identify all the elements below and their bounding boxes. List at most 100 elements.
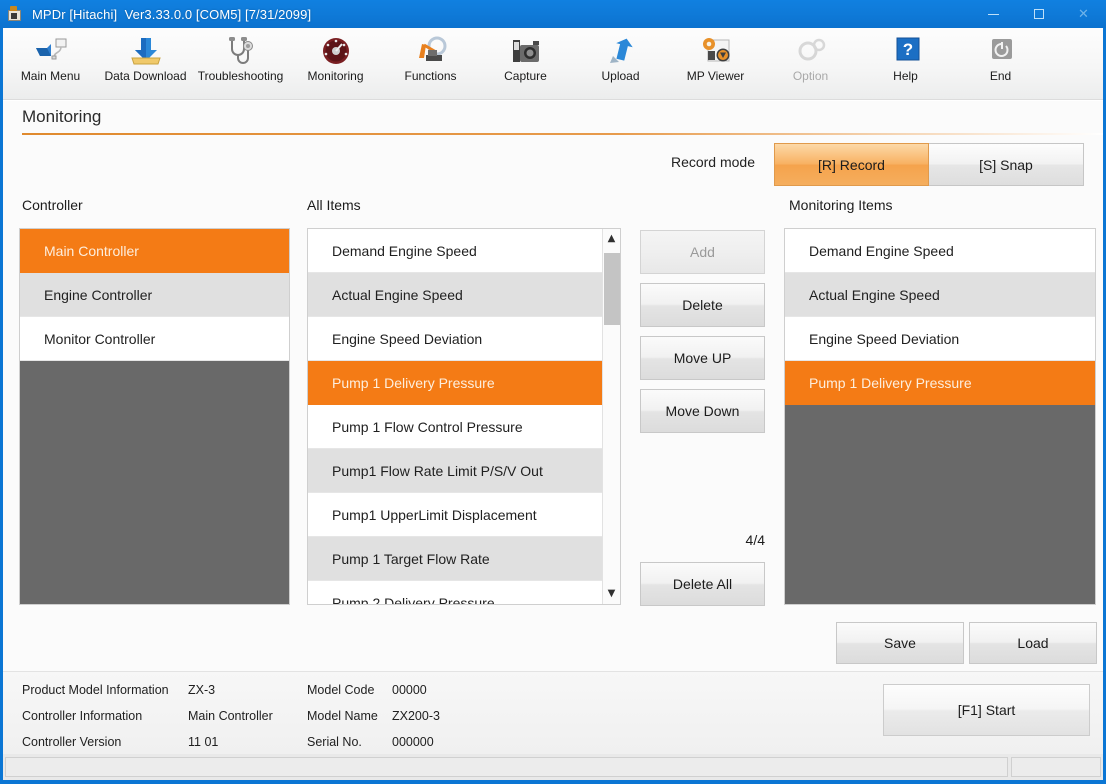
product-model-information-value: ZX-3: [188, 683, 216, 697]
power-icon: [984, 34, 1018, 68]
list-item[interactable]: Demand Engine Speed: [308, 229, 602, 273]
page-title-underline: [22, 133, 1103, 135]
start-button[interactable]: [F1] Start: [883, 684, 1090, 736]
gears-icon: [794, 34, 828, 68]
model-code-label: Model Code: [307, 683, 375, 697]
status-bar-right-panel: [1011, 757, 1101, 777]
page-title: Monitoring: [22, 107, 102, 126]
window-title: MPDr [Hitachi] Ver3.33.0.0 [COM5] [7/31/…: [32, 6, 312, 22]
list-item[interactable]: Pump 1 Delivery Pressure: [785, 361, 1095, 405]
all-items-panel-heading: All Items: [307, 197, 361, 213]
scrollbar-track[interactable]: [603, 249, 621, 584]
toolbar-button-main-menu[interactable]: Main Menu: [3, 28, 98, 98]
toolbar-label: Help: [893, 69, 918, 83]
toolbar-label: Capture: [504, 69, 547, 83]
record-mode-toggle-group: [R] Record [S] Snap: [774, 143, 1084, 186]
toolbar-label: Upload: [601, 69, 640, 83]
excavator-gear-icon: [414, 34, 448, 68]
toolbar-button-capture[interactable]: Capture: [478, 28, 573, 98]
list-item[interactable]: Monitor Controller: [20, 317, 289, 361]
toolbar-label: End: [989, 69, 1012, 83]
controller-list-empty-area: [20, 361, 289, 604]
model-code-value: 00000: [392, 683, 427, 697]
toolbar-label: Main Menu: [20, 69, 81, 83]
scrollbar-thumb[interactable]: [603, 253, 620, 325]
record-mode-snap-button[interactable]: [S] Snap: [929, 143, 1084, 186]
close-icon[interactable]: ✕: [1061, 0, 1106, 28]
list-item[interactable]: Engine Speed Deviation: [308, 317, 602, 361]
chevron-up-icon[interactable]: ▲: [603, 229, 621, 249]
serial-no-label: Serial No.: [307, 735, 362, 749]
stethoscope-icon: [224, 34, 258, 68]
list-item[interactable]: Pump 1 Target Flow Rate: [308, 537, 602, 581]
controller-version-value: 11 01: [188, 735, 219, 749]
toolbar-label: Data Download: [104, 69, 187, 83]
monitoring-items-list[interactable]: Demand Engine Speed Actual Engine Speed …: [784, 228, 1096, 605]
model-name-label: Model Name: [307, 709, 378, 723]
upload-arrow-icon: [604, 34, 638, 68]
move-down-button[interactable]: Move Down: [640, 389, 765, 433]
controller-list[interactable]: Main Controller Engine Controller Monito…: [19, 228, 290, 605]
delete-button[interactable]: Delete: [640, 283, 765, 327]
list-item[interactable]: Demand Engine Speed: [785, 229, 1095, 273]
minimize-icon[interactable]: [971, 0, 1016, 28]
all-items-scrollbar[interactable]: ▲ ▼: [602, 229, 620, 604]
add-button[interactable]: Add: [640, 230, 765, 274]
all-items-list[interactable]: Demand Engine Speed Actual Engine Speed …: [307, 228, 621, 605]
record-mode-row: Record mode [R] Record [S] Snap: [3, 143, 1089, 188]
list-item[interactable]: Pump 1 Flow Control Pressure: [308, 405, 602, 449]
title-bar: MPDr [Hitachi] Ver3.33.0.0 [COM5] [7/31/…: [0, 0, 1106, 28]
list-item[interactable]: Pump1 Flow Rate Limit P/S/V Out: [308, 449, 602, 493]
save-button[interactable]: Save: [836, 622, 964, 664]
toolbar-button-functions[interactable]: Functions: [383, 28, 478, 98]
maximize-icon[interactable]: [1016, 0, 1061, 28]
toolbar-button-monitoring[interactable]: Monitoring: [288, 28, 383, 98]
controller-information-value: Main Controller: [188, 709, 273, 723]
toolbar-button-upload[interactable]: Upload: [573, 28, 668, 98]
toolbar-label: Functions: [404, 69, 457, 83]
list-item[interactable]: Engine Speed Deviation: [785, 317, 1095, 361]
toolbar-label: MP Viewer: [686, 69, 745, 83]
toolbar-button-help[interactable]: ? Help: [858, 28, 953, 98]
move-up-button[interactable]: Move UP: [640, 336, 765, 380]
product-model-information-label: Product Model Information: [22, 683, 169, 697]
status-bar-left-panel: [5, 757, 1008, 777]
controller-panel-heading: Controller: [22, 197, 83, 213]
list-item[interactable]: Actual Engine Speed: [785, 273, 1095, 317]
download-arrow-icon: [129, 34, 163, 68]
toolbar-button-troubleshooting[interactable]: Troubleshooting: [193, 28, 288, 98]
list-item[interactable]: Main Controller: [20, 229, 289, 273]
question-mark-icon: ?: [889, 34, 923, 68]
camera-icon: [509, 34, 543, 68]
folder-connect-icon: [34, 34, 68, 68]
list-item[interactable]: Engine Controller: [20, 273, 289, 317]
controller-information-label: Controller Information: [22, 709, 143, 723]
monitoring-list-empty-area: [785, 405, 1095, 604]
delete-all-button[interactable]: Delete All: [640, 562, 765, 606]
model-name-value: ZX200-3: [392, 709, 440, 723]
record-mode-label: Record mode: [670, 154, 755, 170]
toolbar-button-option[interactable]: Option: [763, 28, 858, 98]
record-mode-record-button[interactable]: [R] Record: [774, 143, 929, 186]
svg-text:?: ?: [902, 40, 912, 59]
toolbar-label: Troubleshooting: [197, 69, 284, 83]
toolbar-label: Monitoring: [307, 69, 364, 83]
list-item[interactable]: Pump 2 Delivery Pressure: [308, 581, 602, 605]
main-toolbar: Main Menu Data Download Troubleshooting …: [3, 28, 1103, 100]
serial-no-value: 000000: [392, 735, 434, 749]
load-button[interactable]: Load: [969, 622, 1097, 664]
toolbar-button-end[interactable]: End: [953, 28, 1048, 98]
page-header: Monitoring: [3, 101, 1103, 138]
toolbar-button-mp-viewer[interactable]: MP Viewer: [668, 28, 763, 98]
toolbar-button-data-download[interactable]: Data Download: [98, 28, 193, 98]
list-item[interactable]: Actual Engine Speed: [308, 273, 602, 317]
list-item[interactable]: Pump 1 Delivery Pressure: [308, 361, 602, 405]
chevron-down-icon[interactable]: ▼: [603, 584, 621, 604]
monitoring-items-panel-heading: Monitoring Items: [789, 197, 893, 213]
controller-version-label: Controller Version: [22, 735, 122, 749]
mpdr-app-icon: [7, 6, 25, 22]
list-item[interactable]: Pump1 UpperLimit Displacement: [308, 493, 602, 537]
footer-info-bar: Product Model Information ZX-3 Controlle…: [3, 671, 1103, 754]
application-window: MPDr [Hitachi] Ver3.33.0.0 [COM5] [7/31/…: [0, 0, 1106, 784]
gauge-icon: [319, 34, 353, 68]
